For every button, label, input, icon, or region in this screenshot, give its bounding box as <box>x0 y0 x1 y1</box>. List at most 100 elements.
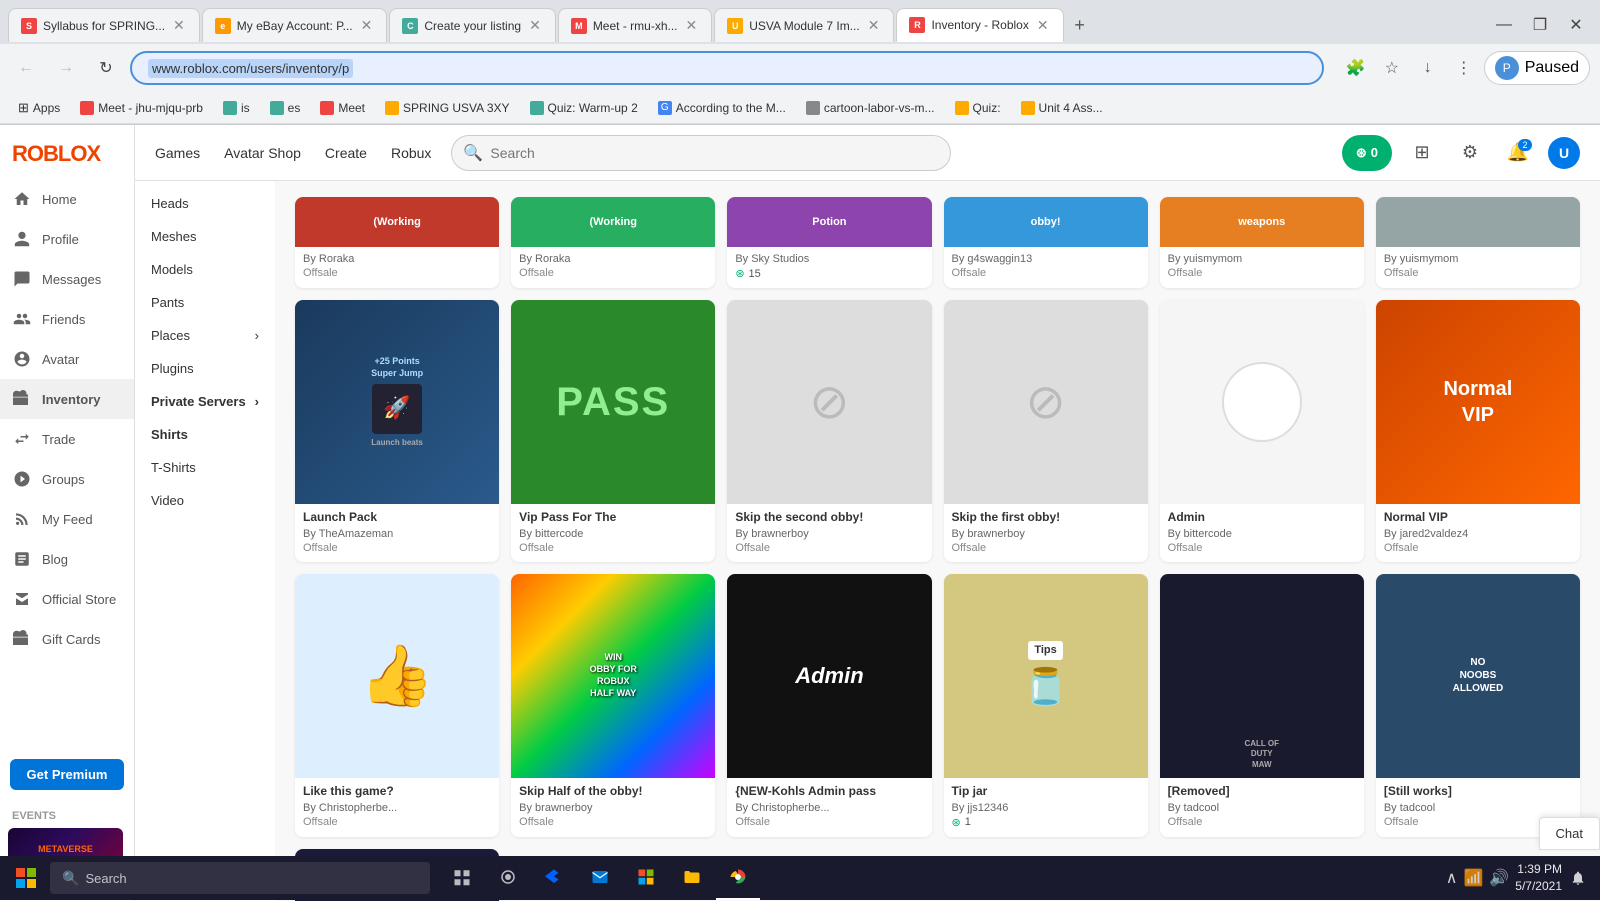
downloads-button[interactable]: ↓ <box>1412 52 1444 84</box>
item-normal-vip[interactable]: NormalVIP Normal VIP By jared2valdez4 Of… <box>1376 300 1580 562</box>
category-places[interactable]: Places › <box>135 319 275 352</box>
partial-item-3[interactable]: Potion By Sky Studios ⊛15 <box>727 197 931 288</box>
new-tab-button[interactable]: + <box>1066 11 1094 39</box>
start-button[interactable] <box>4 856 48 900</box>
nav-create[interactable]: Create <box>325 141 367 165</box>
maximize-button[interactable]: ❐ <box>1524 9 1556 41</box>
category-heads[interactable]: Heads <box>135 187 275 220</box>
tray-up-icon[interactable]: ∧ <box>1446 868 1458 888</box>
bookmark-google[interactable]: G According to the M... <box>650 98 794 118</box>
sidebar-item-myfeed[interactable]: My Feed <box>0 499 134 539</box>
minimize-button[interactable]: — <box>1488 9 1520 41</box>
tab-4[interactable]: M Meet - rmu-xh... ✕ <box>558 8 712 42</box>
taskbar-taskview[interactable] <box>440 856 484 900</box>
sidebar-item-inventory[interactable]: Inventory <box>0 379 134 419</box>
tab-4-close[interactable]: ✕ <box>684 15 700 36</box>
taskbar-files[interactable] <box>670 856 714 900</box>
close-window-button[interactable]: ✕ <box>1560 9 1592 41</box>
taskbar-cortana[interactable] <box>486 856 530 900</box>
bookmark-es[interactable]: es <box>262 98 309 118</box>
sidebar-item-messages[interactable]: Messages <box>0 259 134 299</box>
item-kohls-admin[interactable]: Admin {NEW-Kohls Admin pass By Christoph… <box>727 574 931 837</box>
item-launch-pack[interactable]: +25 Points Super Jump 🚀 Launch beats Lau… <box>295 300 499 562</box>
settings-button[interactable]: ⚙ <box>1452 135 1488 171</box>
item-still-works[interactable]: NONOOBSALLOWED [Still works] By tadcool … <box>1376 574 1580 837</box>
tray-volume-icon[interactable]: 🔊 <box>1489 868 1509 888</box>
grid-view-button[interactable]: ⊞ <box>1404 135 1440 171</box>
item-skip-first[interactable]: ⊘ Skip the first obby! By brawnerboy Off… <box>944 300 1148 562</box>
partial-item-6[interactable]: By yuismymom Offsale <box>1376 197 1580 288</box>
sidebar-item-trade[interactable]: Trade <box>0 419 134 459</box>
category-plugins[interactable]: Plugins <box>135 352 275 385</box>
item-skip-half[interactable]: WINOBBY FORROBUXHALF WAY Skip Half of th… <box>511 574 715 837</box>
robux-button[interactable]: ⊛ 0 <box>1342 135 1392 171</box>
tab-1-close[interactable]: ✕ <box>171 15 187 36</box>
partial-item-5[interactable]: weapons By yuismymom Offsale <box>1160 197 1364 288</box>
reload-button[interactable]: ↻ <box>90 52 122 84</box>
partial-item-4[interactable]: obby! By g4swaggin13 Offsale <box>944 197 1148 288</box>
tab-5[interactable]: U USVA Module 7 Im... ✕ <box>714 8 894 42</box>
category-private-servers[interactable]: Private Servers › <box>135 385 275 418</box>
back-button[interactable]: ← <box>10 52 42 84</box>
bookmark-meet[interactable]: Meet - jhu-mjqu-prb <box>72 98 211 118</box>
sidebar-item-avatar[interactable]: Avatar <box>0 339 134 379</box>
forward-button[interactable]: → <box>50 52 82 84</box>
sidebar-item-officialstore[interactable]: Official Store <box>0 579 134 619</box>
item-admin[interactable]: Admin By bittercode Offsale <box>1160 300 1364 562</box>
item-skip-second[interactable]: ⊘ Skip the second obby! By brawnerboy Of… <box>727 300 931 562</box>
notification-button[interactable]: 🔔 2 <box>1500 135 1536 171</box>
tab-3-close[interactable]: ✕ <box>527 15 543 36</box>
item-vip-pass[interactable]: PASS Vip Pass For The By bittercode Offs… <box>511 300 715 562</box>
category-models[interactable]: Models <box>135 253 275 286</box>
chat-button[interactable]: Chat <box>1539 817 1600 850</box>
tab-2-close[interactable]: ✕ <box>359 15 375 36</box>
bookmark-quiz2[interactable]: Quiz: <box>947 98 1009 118</box>
sidebar-item-friends[interactable]: Friends <box>0 299 134 339</box>
bookmark-quiz[interactable]: Quiz: Warm-up 2 <box>522 98 646 118</box>
address-input[interactable]: www.roblox.com/users/inventory/p <box>130 51 1324 85</box>
search-input[interactable] <box>451 135 951 171</box>
bookmark-spring[interactable]: SPRING USVA 3XY <box>377 98 517 118</box>
bookmark-apps[interactable]: ⊞ Apps <box>10 97 68 119</box>
profile-button[interactable]: P Paused <box>1484 51 1590 85</box>
bookmark-is[interactable]: is <box>215 98 258 118</box>
bookmark-unit[interactable]: Unit 4 Ass... <box>1013 98 1111 118</box>
tab-1[interactable]: S Syllabus for SPRING... ✕ <box>8 8 200 42</box>
category-shirts[interactable]: Shirts <box>135 418 275 451</box>
sidebar-item-giftcards[interactable]: Gift Cards <box>0 619 134 659</box>
tab-5-close[interactable]: ✕ <box>866 15 882 36</box>
tab-6[interactable]: R Inventory - Roblox ✕ <box>896 8 1063 42</box>
sidebar-item-groups[interactable]: Groups <box>0 459 134 499</box>
tab-2[interactable]: e My eBay Account: P... ✕ <box>202 8 388 42</box>
category-video[interactable]: Video <box>135 484 275 517</box>
category-pants[interactable]: Pants <box>135 286 275 319</box>
tray-time[interactable]: 1:39 PM 5/7/2021 <box>1515 861 1562 895</box>
category-t-shirts[interactable]: T-Shirts <box>135 451 275 484</box>
extensions-button[interactable]: 🧩 <box>1340 52 1372 84</box>
taskbar-search-box[interactable]: 🔍 Search <box>50 862 430 894</box>
taskbar-mail[interactable] <box>578 856 622 900</box>
partial-item-1[interactable]: (Working By Roraka Offsale <box>295 197 499 288</box>
bookmark-meet2[interactable]: Meet <box>312 98 373 118</box>
nav-games[interactable]: Games <box>155 141 200 165</box>
tab-3[interactable]: C Create your listing ✕ <box>389 8 555 42</box>
notification-center-button[interactable] <box>1568 856 1588 900</box>
item-like-game[interactable]: 👍 Like this game? By Christopherbe... Of… <box>295 574 499 837</box>
settings-button[interactable]: ⋮ <box>1448 52 1480 84</box>
item-removed[interactable]: CALL OFDUTYMAW [Removed] By tadcool Offs… <box>1160 574 1364 837</box>
category-meshes[interactable]: Meshes <box>135 220 275 253</box>
get-premium-button[interactable]: Get Premium <box>10 759 124 790</box>
sidebar-item-profile[interactable]: Profile <box>0 219 134 259</box>
taskbar-chrome[interactable] <box>716 856 760 900</box>
tray-network-icon[interactable]: 📶 <box>1463 868 1483 888</box>
tab-6-close[interactable]: ✕ <box>1035 15 1051 36</box>
sidebar-item-blog[interactable]: Blog <box>0 539 134 579</box>
partial-item-2[interactable]: (Working By Roraka Offsale <box>511 197 715 288</box>
bookmark-button[interactable]: ☆ <box>1376 52 1408 84</box>
sidebar-item-home[interactable]: Home <box>0 179 134 219</box>
profile-menu-button[interactable]: U <box>1548 137 1580 169</box>
taskbar-store[interactable] <box>624 856 668 900</box>
bookmark-cartoon[interactable]: cartoon-labor-vs-m... <box>798 98 943 118</box>
nav-robux[interactable]: Robux <box>391 141 431 165</box>
item-tip-jar[interactable]: Tips 🫙 Tip jar By jjs12346 ⊛ 1 <box>944 574 1148 837</box>
